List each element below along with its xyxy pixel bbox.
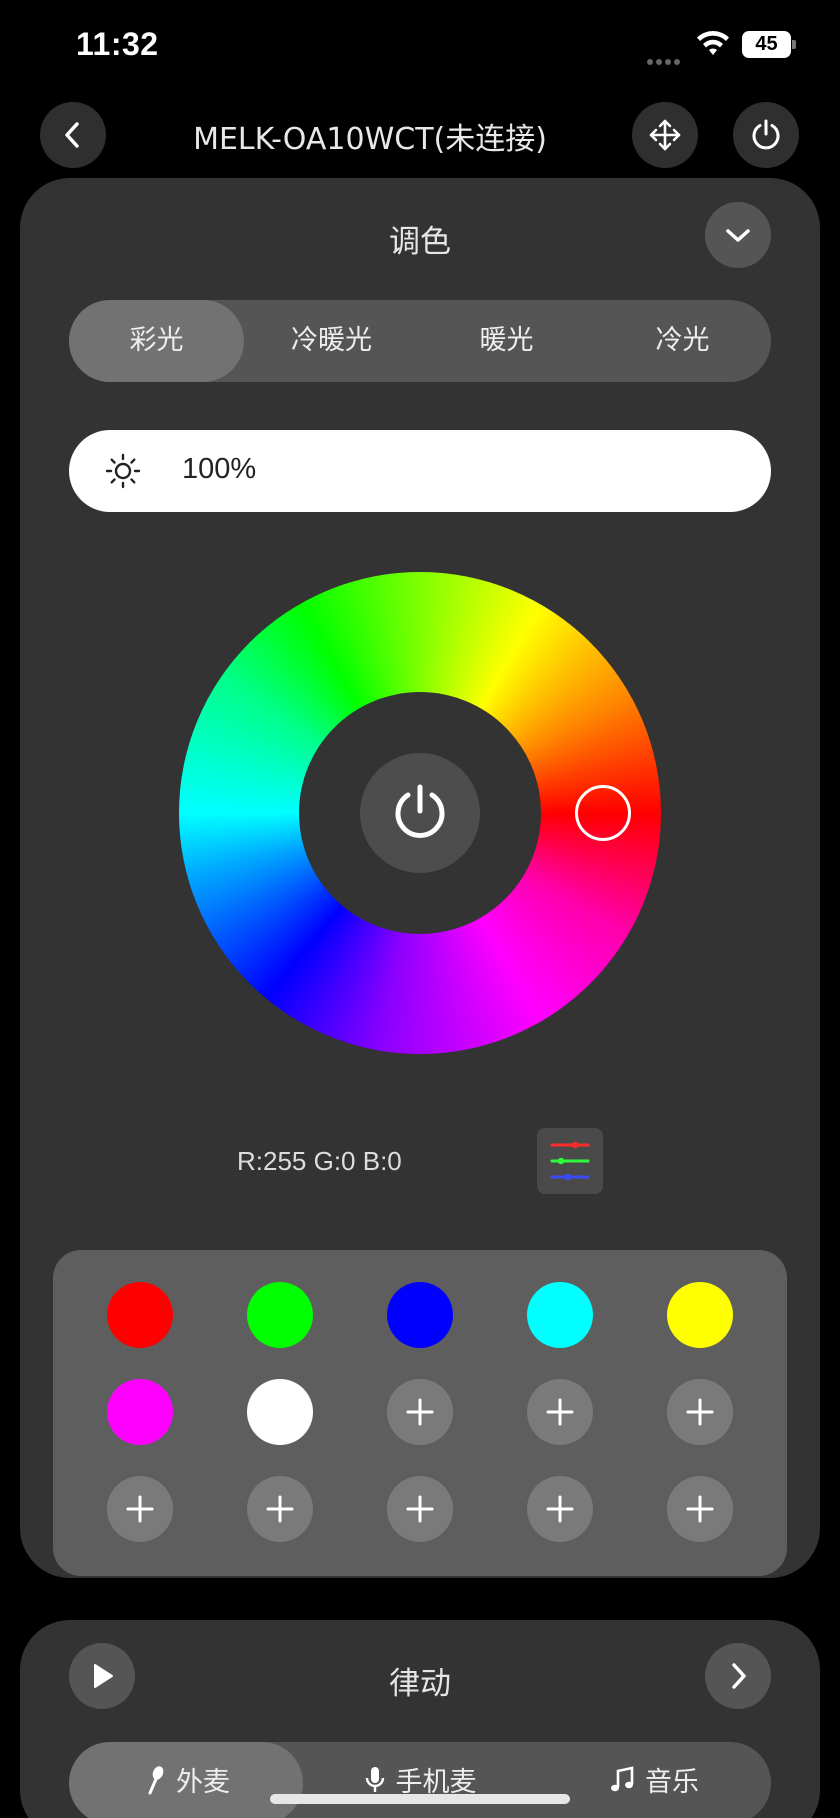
plus-icon: [266, 1495, 294, 1523]
status-bar: 11:32 45: [0, 0, 840, 90]
add-preset-button[interactable]: [387, 1476, 453, 1542]
preset-swatch[interactable]: [387, 1282, 453, 1348]
plus-icon: [406, 1495, 434, 1523]
microphone-icon: [148, 1766, 164, 1795]
tab-phone-mic[interactable]: 手机麦: [303, 1742, 537, 1818]
move-arrows-icon: [649, 119, 681, 151]
preset-swatch[interactable]: [107, 1282, 173, 1348]
plus-icon: [546, 1495, 574, 1523]
chevron-left-icon: [65, 122, 79, 148]
preset-swatch[interactable]: [247, 1379, 313, 1445]
sound-source-selector: 外麦 手机麦 音乐: [69, 1742, 771, 1818]
tab-cool-light[interactable]: 冷光: [594, 300, 771, 382]
preset-swatch[interactable]: [527, 1282, 593, 1348]
preset-swatch[interactable]: [247, 1282, 313, 1348]
add-preset-button[interactable]: [667, 1379, 733, 1445]
light-power-button[interactable]: [360, 753, 480, 873]
color-panel: 调色 彩光 冷暖光 暖光 冷光 100% R:255 G:0 B:0: [20, 178, 820, 1578]
device-title: MELK-OA10WCT(未连接): [193, 122, 547, 157]
wifi-icon: [697, 31, 729, 55]
tab-color-light[interactable]: 彩光: [69, 300, 244, 382]
light-mode-selector: 彩光 冷暖光 暖光 冷光: [69, 300, 771, 382]
chevron-right-icon: [732, 1663, 746, 1689]
add-preset-button[interactable]: [107, 1476, 173, 1542]
plus-icon: [406, 1398, 434, 1426]
mic-icon: [365, 1767, 384, 1792]
chevron-down-icon: [726, 229, 750, 242]
back-button[interactable]: [40, 102, 106, 168]
battery-icon: 45: [742, 31, 796, 58]
signal-icon: [647, 50, 685, 65]
header: MELK-OA10WCT(未连接): [0, 100, 840, 170]
sun-icon: [105, 453, 141, 489]
preset-swatch[interactable]: [667, 1282, 733, 1348]
tab-warm-light[interactable]: 暖光: [419, 300, 594, 382]
move-button[interactable]: [632, 102, 698, 168]
music-note-icon: [611, 1766, 634, 1792]
power-icon: [752, 119, 780, 150]
home-indicator[interactable]: [270, 1794, 570, 1804]
color-wheel[interactable]: [179, 572, 661, 1054]
rgb-readout: R:255 G:0 B:0: [237, 1146, 402, 1176]
rhythm-detail-button[interactable]: [705, 1643, 771, 1709]
tab-external-mic[interactable]: 外麦: [69, 1742, 303, 1818]
rgb-sliders-icon: [550, 1141, 590, 1181]
collapse-button[interactable]: [705, 202, 771, 268]
plus-icon: [686, 1398, 714, 1426]
status-time: 11:32: [76, 26, 159, 62]
add-preset-button[interactable]: [247, 1476, 313, 1542]
device-power-button[interactable]: [733, 102, 799, 168]
tab-label: 外麦: [176, 1767, 230, 1798]
rhythm-panel-title: 律动: [389, 1666, 451, 1702]
add-preset-button[interactable]: [527, 1476, 593, 1542]
brightness-value: 100%: [182, 453, 257, 485]
tab-label: 音乐: [645, 1767, 699, 1798]
plus-icon: [126, 1495, 154, 1523]
battery-level: 45: [742, 31, 791, 58]
plus-icon: [686, 1495, 714, 1523]
rgb-adjust-button[interactable]: [537, 1128, 603, 1194]
plus-icon: [546, 1398, 574, 1426]
power-icon: [395, 784, 445, 838]
rhythm-panel: 律动 外麦 手机麦 音乐: [20, 1620, 820, 1818]
brightness-slider[interactable]: 100%: [69, 430, 771, 512]
tab-warm-cool-light[interactable]: 冷暖光: [244, 300, 419, 382]
add-preset-button[interactable]: [527, 1379, 593, 1445]
add-preset-button[interactable]: [667, 1476, 733, 1542]
add-preset-button[interactable]: [387, 1379, 453, 1445]
tab-music[interactable]: 音乐: [537, 1742, 771, 1818]
color-picker-handle[interactable]: [575, 785, 631, 841]
color-presets: [53, 1250, 787, 1576]
preset-swatch[interactable]: [107, 1379, 173, 1445]
color-panel-title: 调色: [389, 224, 451, 260]
